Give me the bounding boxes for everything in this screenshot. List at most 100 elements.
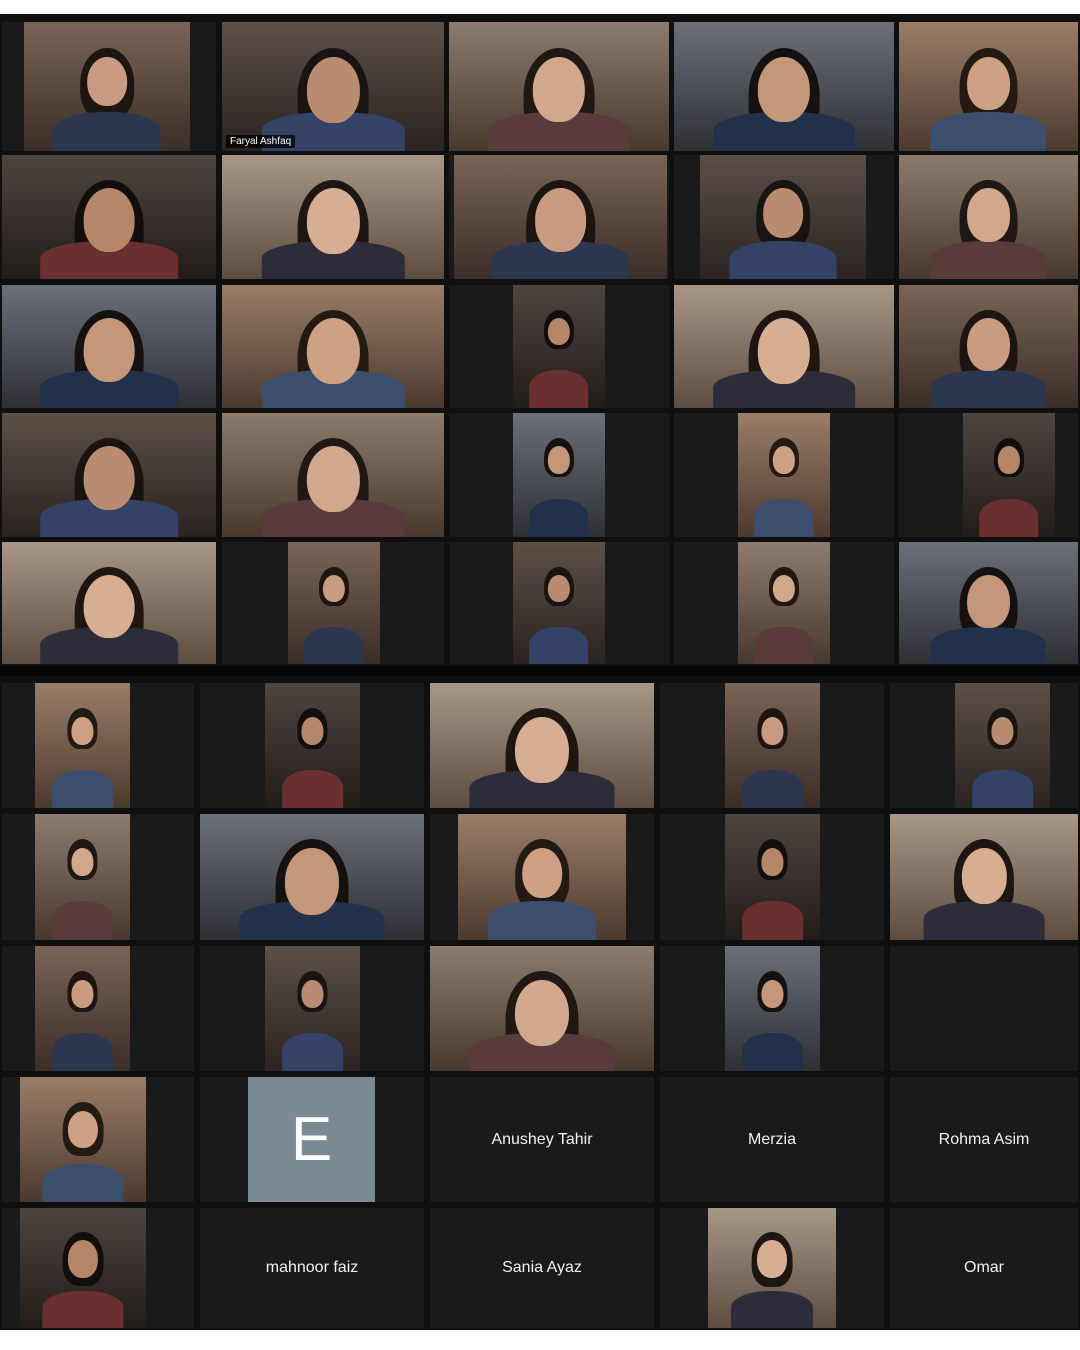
participant-tile[interactable]: Rohma Asim	[890, 1077, 1078, 1202]
participant-tile[interactable]	[2, 413, 216, 537]
participant-body	[754, 626, 814, 664]
participant-body	[51, 901, 114, 940]
participant-tile[interactable]	[2, 22, 216, 151]
participant-tile[interactable]: Merzia	[660, 1077, 884, 1202]
participant-body	[754, 499, 814, 537]
participant-tile[interactable]	[674, 413, 894, 537]
participant-tile[interactable]	[2, 683, 194, 808]
participant-video	[955, 683, 1050, 808]
participant-tile[interactable]	[2, 542, 216, 664]
participant-person	[34, 303, 184, 408]
participant-person	[39, 1226, 127, 1328]
participant-tile[interactable]	[899, 22, 1078, 151]
participant-person	[234, 833, 391, 940]
participant-face	[71, 716, 94, 745]
participant-face	[87, 56, 127, 107]
participant-tile[interactable]	[660, 814, 884, 940]
participant-face	[301, 979, 324, 1008]
participant-face	[757, 56, 811, 123]
participant-name-tag: Faryal Ashfaq	[226, 135, 296, 148]
participant-body	[930, 626, 1047, 664]
participant-tile[interactable]	[449, 413, 669, 537]
participant-tile[interactable]	[890, 814, 1078, 940]
participant-tile[interactable]	[890, 683, 1078, 808]
participant-body	[741, 1032, 804, 1071]
participant-tile[interactable]	[899, 542, 1078, 664]
participant-tile[interactable]	[200, 814, 424, 940]
participant-tile[interactable]	[2, 1208, 194, 1328]
participant-person	[739, 965, 806, 1071]
participant-person	[739, 702, 806, 808]
participant-tile[interactable]	[222, 413, 444, 537]
participant-person	[739, 833, 806, 940]
participant-tile[interactable]	[449, 542, 669, 664]
participant-tile[interactable]: mahnoor faiz	[200, 1208, 424, 1328]
participant-person	[918, 833, 1050, 940]
participant-person	[926, 174, 1051, 279]
participant-video	[899, 22, 1078, 151]
participant-face	[83, 446, 135, 510]
participant-body	[42, 1163, 124, 1202]
participant-face	[998, 446, 1020, 474]
participant-video	[899, 155, 1078, 279]
participant-tile[interactable]	[200, 946, 424, 1071]
participant-tile[interactable]	[674, 155, 894, 279]
participant-face	[967, 318, 1010, 372]
participant-person	[49, 965, 116, 1071]
participant-tile[interactable]	[660, 1208, 884, 1328]
participant-person	[527, 560, 591, 664]
participant-face	[68, 1240, 98, 1278]
participant-tile[interactable]	[430, 683, 654, 808]
participant-tile[interactable]	[449, 22, 669, 151]
participant-person	[279, 702, 346, 808]
participant-tile[interactable]	[674, 285, 894, 408]
participant-person	[527, 303, 591, 408]
participant-tile[interactable]	[2, 946, 194, 1071]
participant-tile[interactable]	[2, 814, 194, 940]
participant-video	[265, 946, 360, 1071]
participant-body	[930, 370, 1047, 408]
participant-face	[961, 847, 1007, 904]
participant-tile[interactable]: Sania Ayaz	[430, 1208, 654, 1328]
participant-tile[interactable]: Anushey Tahir	[430, 1077, 654, 1202]
participant-video	[674, 22, 894, 151]
participant-tile[interactable]	[2, 155, 216, 279]
participant-tile[interactable]	[449, 285, 669, 408]
participant-face	[773, 446, 795, 474]
participant-tile[interactable]	[222, 542, 444, 664]
participant-video	[222, 413, 444, 537]
participant-tile[interactable]	[430, 946, 654, 1071]
participant-video	[738, 542, 830, 664]
participant-video	[222, 22, 444, 151]
participant-tile[interactable]	[449, 155, 669, 279]
participant-video	[2, 413, 216, 537]
participant-video	[458, 814, 626, 940]
participant-person	[49, 833, 116, 940]
participant-body	[42, 1291, 124, 1328]
participant-video	[454, 155, 667, 279]
participant-tile[interactable]	[222, 285, 444, 408]
participant-video	[288, 542, 380, 664]
participant-tile[interactable]: E	[200, 1077, 424, 1202]
participant-tile[interactable]	[2, 1077, 194, 1202]
participant-tile[interactable]	[899, 285, 1078, 408]
participant-body	[979, 499, 1039, 537]
participant-tile[interactable]	[674, 542, 894, 664]
participant-tile[interactable]	[660, 683, 884, 808]
participant-tile[interactable]	[899, 413, 1078, 537]
participant-tile[interactable]	[674, 22, 894, 151]
participant-person	[926, 303, 1051, 408]
participant-body	[529, 370, 589, 408]
participant-tile[interactable]: Faryal Ashfaq	[222, 22, 444, 151]
participant-tile[interactable]	[222, 155, 444, 279]
participant-tile[interactable]	[899, 155, 1078, 279]
participant-tile[interactable]	[430, 814, 654, 940]
participant-name: Sania Ayaz	[502, 1259, 582, 1276]
participant-tile[interactable]	[200, 683, 424, 808]
participant-face	[532, 56, 586, 123]
participant-tile[interactable]	[660, 946, 884, 1071]
participant-tile[interactable]: Omar	[890, 1208, 1078, 1328]
participant-tile[interactable]	[2, 285, 216, 408]
participant-person	[255, 432, 410, 537]
participant-video	[265, 683, 360, 808]
